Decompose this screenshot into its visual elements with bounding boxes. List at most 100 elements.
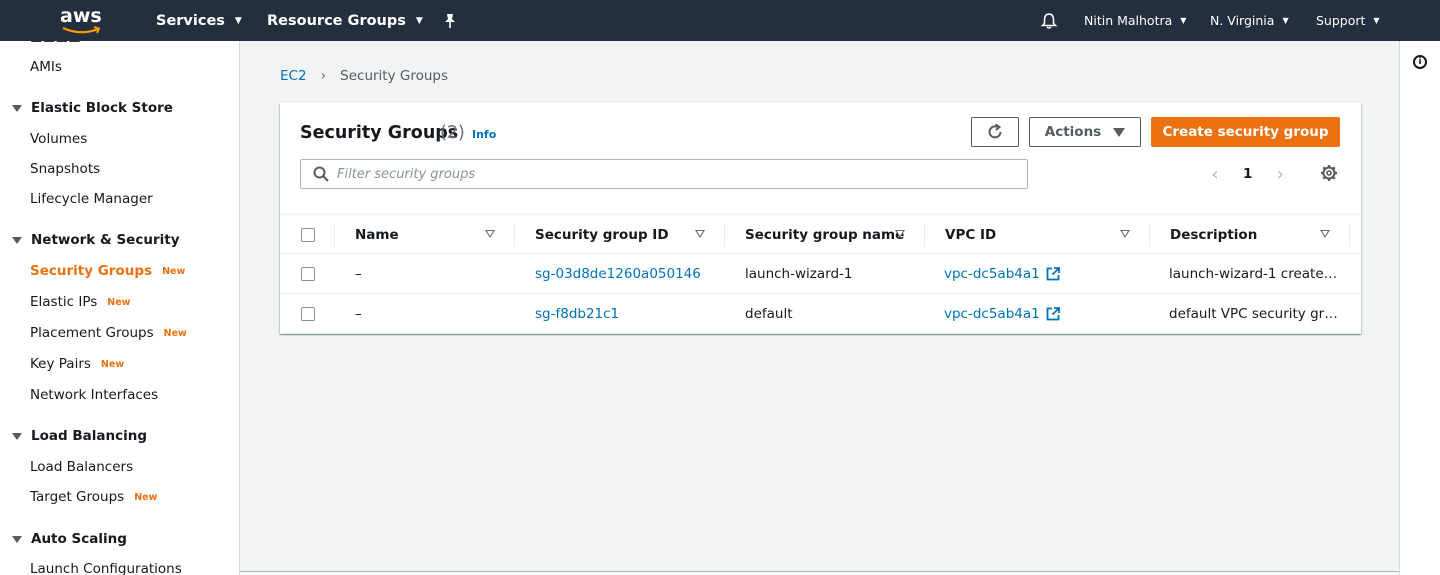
sidebar-item-label: Target Groups <box>30 489 125 505</box>
new-badge: New <box>100 358 125 370</box>
region-menu[interactable]: N. Virginia ▼ <box>1210 0 1289 41</box>
user-name: Nitin Malhotra <box>1084 13 1173 28</box>
sidebar-item-key-pairs[interactable]: Key Pairs New <box>30 356 124 372</box>
panel-count: (2) <box>440 123 465 143</box>
cell-vpc-id-link[interactable]: vpc-dc5ab4a1 <box>944 294 1060 334</box>
column-divider <box>1349 223 1350 247</box>
search-icon <box>313 166 329 182</box>
pushpin-icon <box>445 13 455 28</box>
sidebar-section-network[interactable]: Network & Security <box>12 232 180 248</box>
info-icon[interactable]: i <box>1413 55 1427 69</box>
breadcrumb: EC2 › Security Groups <box>280 68 448 84</box>
notifications-button[interactable] <box>1040 0 1058 41</box>
chevron-down-icon: ▼ <box>1180 16 1187 25</box>
column-divider <box>724 223 725 247</box>
actions-button[interactable]: Actions <box>1029 117 1141 147</box>
support-menu[interactable]: Support ▼ <box>1316 0 1380 41</box>
aws-smile-icon <box>62 26 101 34</box>
cell-security-group-id-link[interactable]: sg-03d8de1260a050146 <box>535 254 701 294</box>
sidebar-item-launch-configurations[interactable]: Launch Configurations <box>30 561 182 575</box>
select-all-checkbox[interactable] <box>301 228 315 242</box>
column-header-security-group-name[interactable]: Security group name <box>745 215 904 254</box>
external-link-icon <box>1046 267 1060 281</box>
caret-down-icon <box>12 104 22 112</box>
cell-vpc-id-link[interactable]: vpc-dc5ab4a1 <box>944 254 1060 294</box>
user-menu[interactable]: Nitin Malhotra ▼ <box>1084 0 1186 41</box>
services-label: Services <box>156 12 225 29</box>
create-security-group-button[interactable]: Create security group <box>1151 117 1340 147</box>
sidebar-item-label: Lifecycle Manager <box>30 191 153 207</box>
sidebar-item-cut[interactable]: ▬▬▬▬ <box>30 41 81 47</box>
refresh-icon <box>988 123 1002 139</box>
column-header-name[interactable]: Name <box>355 215 399 254</box>
column-divider <box>514 223 515 247</box>
caret-down-icon <box>12 432 22 440</box>
sidebar-item-label: Volumes <box>30 131 88 147</box>
sidebar-item-target-groups[interactable]: Target Groups New <box>30 489 157 505</box>
sidebar-item-amis[interactable]: AMIs <box>30 59 62 75</box>
sidebar-item-lifecycle-manager[interactable]: Lifecycle Manager <box>30 191 153 207</box>
chevron-down-icon: ▼ <box>1373 16 1380 25</box>
chevron-right-icon[interactable]: › <box>1270 164 1290 185</box>
row-checkbox[interactable] <box>301 267 315 281</box>
sort-icon[interactable] <box>1120 230 1130 238</box>
sidebar-item-label: Snapshots <box>30 161 101 177</box>
info-link[interactable]: Info <box>472 128 496 141</box>
chevron-down-icon: ▼ <box>1282 16 1289 25</box>
sort-icon[interactable] <box>895 230 905 238</box>
caret-down-icon <box>12 236 22 244</box>
new-badge: New <box>163 327 187 339</box>
sort-icon[interactable] <box>695 230 705 238</box>
current-page[interactable]: 1 <box>1243 166 1252 182</box>
sidebar-item-snapshots[interactable]: Snapshots <box>30 161 100 177</box>
chevron-left-icon[interactable]: ‹ <box>1205 164 1225 185</box>
refresh-button[interactable] <box>971 117 1019 147</box>
resource-groups-label: Resource Groups <box>267 12 406 29</box>
column-divider <box>334 223 335 247</box>
vpc-id-text: vpc-dc5ab4a1 <box>944 266 1040 282</box>
resource-groups-menu[interactable]: Resource Groups ▼ <box>267 0 423 41</box>
sidebar-item-volumes[interactable]: Volumes <box>30 131 87 147</box>
row-checkbox[interactable] <box>301 307 315 321</box>
pagination: ‹ 1 › <box>1205 163 1290 185</box>
region-label: N. Virginia <box>1210 13 1275 28</box>
cell-description: launch-wizard-1 create… <box>1169 266 1338 282</box>
breadcrumb-ec2-link[interactable]: EC2 <box>280 68 307 84</box>
cell-security-group-name: default <box>745 306 793 322</box>
chevron-down-icon: ▼ <box>415 15 423 26</box>
services-menu[interactable]: Services ▼ <box>156 0 242 41</box>
aws-logo[interactable]: aws <box>60 5 104 35</box>
sidebar-item-elastic-ips[interactable]: Elastic IPs New <box>30 294 130 310</box>
table-row[interactable]: – sg-03d8de1260a050146 launch-wizard-1 v… <box>280 254 1361 294</box>
filter-input[interactable] <box>337 166 987 182</box>
sidebar-section-load-balancing[interactable]: Load Balancing <box>12 428 147 444</box>
cell-name: – <box>355 306 362 322</box>
sidebar-section-ebs[interactable]: Elastic Block Store <box>12 100 173 116</box>
section-label: Auto Scaling <box>31 531 127 547</box>
external-link-icon <box>1046 307 1060 321</box>
chevron-down-icon: ▼ <box>234 15 242 26</box>
new-badge: New <box>107 296 131 308</box>
sidebar-item-placement-groups[interactable]: Placement Groups New <box>30 325 187 341</box>
caret-down-icon <box>12 535 22 543</box>
settings-gear-icon[interactable] <box>1320 164 1338 182</box>
sidebar-item-label: AMIs <box>30 59 62 75</box>
sidebar-item-label: Network Interfaces <box>30 387 159 403</box>
sidebar-item-security-groups[interactable]: Security Groups New <box>30 263 185 279</box>
cell-security-group-id-link[interactable]: sg-f8db21c1 <box>535 294 619 334</box>
sidebar-item-label: Placement Groups <box>30 325 154 341</box>
column-header-vpc-id[interactable]: VPC ID <box>945 215 996 254</box>
sort-icon[interactable] <box>485 230 495 238</box>
column-header-security-group-id[interactable]: Security group ID <box>535 215 669 254</box>
sidebar-section-auto-scaling[interactable]: Auto Scaling <box>12 531 127 547</box>
sidebar-item-label: Key Pairs <box>30 356 91 372</box>
table-header: Name Security group ID Security group na… <box>280 214 1361 254</box>
sidebar-item-network-interfaces[interactable]: Network Interfaces <box>30 387 158 403</box>
column-header-description[interactable]: Description <box>1170 215 1257 254</box>
vpc-id-text: vpc-dc5ab4a1 <box>944 306 1040 322</box>
sort-icon[interactable] <box>1320 230 1330 238</box>
table-row[interactable]: – sg-f8db21c1 default vpc-dc5ab4a1 defau… <box>280 294 1361 334</box>
aws-logo-text: aws <box>60 5 102 27</box>
sidebar-item-load-balancers[interactable]: Load Balancers <box>30 459 133 475</box>
pin-icon[interactable] <box>443 0 457 41</box>
